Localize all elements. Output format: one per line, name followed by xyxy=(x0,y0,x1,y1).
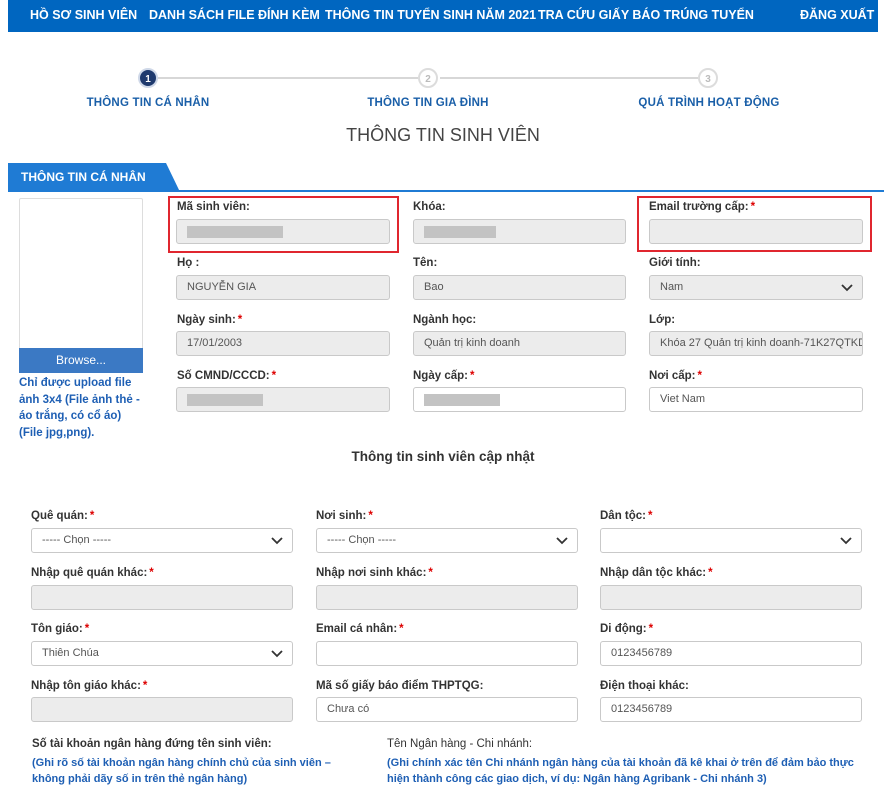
ton-giao-khac-label: Nhập tôn giáo khác: * xyxy=(31,680,148,692)
nav-tra-cuu-giay-bao[interactable]: TRA CỨU GIẤY BÁO TRÚNG TUYỂN xyxy=(538,0,754,32)
step-1-label[interactable]: THÔNG TIN CÁ NHÂN xyxy=(87,97,210,109)
ngay-cap-label: Ngày cấp: * xyxy=(413,370,475,382)
dan-toc-khac-label: Nhập dân tộc khác: * xyxy=(600,567,713,579)
di-dong-field[interactable]: 0123456789 xyxy=(600,641,862,666)
step-3-circle[interactable]: 3 xyxy=(698,68,718,88)
khoa-field[interactable] xyxy=(413,219,626,244)
ma-giay-bao-label: Mã số giấy báo điểm THPTQG: xyxy=(316,680,484,692)
redacted-value xyxy=(424,226,496,238)
ton-giao-select[interactable]: Thiên Chúa xyxy=(31,641,293,666)
que-quan-value: ----- Chọn ----- xyxy=(42,534,112,546)
nganh-hoc-label: Ngành học: xyxy=(413,314,477,326)
ten-field[interactable]: Bao xyxy=(413,275,626,300)
redacted-value xyxy=(424,394,500,406)
step-2-circle[interactable]: 2 xyxy=(418,68,438,88)
que-quan-label: Quê quán: * xyxy=(31,510,95,522)
cmnd-field[interactable] xyxy=(176,387,390,412)
noi-sinh-khac-field[interactable] xyxy=(316,585,578,610)
top-nav-bar: HỒ SƠ SINH VIÊN DANH SÁCH FILE ĐÍNH KÈM … xyxy=(8,0,878,32)
chevron-down-icon xyxy=(271,650,283,658)
ton-giao-value: Thiên Chúa xyxy=(42,647,99,659)
bank-account-label: Số tài khoản ngân hàng đứng tên sinh viê… xyxy=(32,738,272,750)
gioi-tinh-value: Nam xyxy=(660,281,684,293)
noi-sinh-label: Nơi sinh: * xyxy=(316,510,373,522)
browse-button[interactable]: Browse... xyxy=(19,348,143,373)
ma-giay-bao-field[interactable]: Chưa có xyxy=(316,697,578,722)
noi-sinh-khac-label: Nhập nơi sinh khác: * xyxy=(316,567,433,579)
nav-danh-sach-file[interactable]: DANH SÁCH FILE ĐÍNH KÈM xyxy=(149,0,320,32)
gioi-tinh-label: Giới tính: xyxy=(649,257,701,269)
lop-field[interactable]: Khóa 27 Quản trị kinh doanh-71K27QTKD xyxy=(649,331,863,356)
noi-cap-field[interactable]: Viet Nam xyxy=(649,387,863,412)
redacted-value xyxy=(187,394,263,406)
email-ca-nhan-label: Email cá nhân: * xyxy=(316,623,404,635)
nav-thong-tin-tuyen-sinh[interactable]: THÔNG TIN TUYỂN SINH NĂM 2021 xyxy=(325,0,536,32)
que-quan-khac-label: Nhập quê quán khác: * xyxy=(31,567,154,579)
stepper-connector xyxy=(440,77,698,79)
ten-label: Tên: xyxy=(413,257,438,269)
chevron-down-icon xyxy=(556,537,568,545)
bank-branch-label: Tên Ngân hàng - Chi nhánh: xyxy=(387,738,533,750)
nav-logout[interactable]: ĐĂNG XUẤT xyxy=(800,0,874,32)
cmnd-label: Số CMND/CCCD: * xyxy=(177,370,277,382)
update-section-title: Thông tin sinh viên cập nhật xyxy=(351,449,535,464)
dan-toc-label: Dân tộc: * xyxy=(600,510,653,522)
khoa-label: Khóa: xyxy=(413,201,446,213)
bank-branch-note: (Ghi chính xác tên Chi nhánh ngân hàng c… xyxy=(387,757,854,785)
step-2-label[interactable]: THÔNG TIN GIA ĐÌNH xyxy=(367,97,488,109)
bank-account-note: (Ghi rõ số tài khoản ngân hàng chính chủ… xyxy=(32,757,331,785)
dan-toc-select[interactable] xyxy=(600,528,862,553)
ho-field[interactable]: NGUYỄN GIA xyxy=(176,275,390,300)
stepper-connector xyxy=(158,77,418,79)
noi-sinh-value: ----- Chọn ----- xyxy=(327,534,397,546)
email-ca-nhan-field[interactable] xyxy=(316,641,578,666)
lop-label: Lớp: xyxy=(649,314,676,326)
section-tab-label: THÔNG TIN CÁ NHÂN xyxy=(21,170,146,184)
photo-preview xyxy=(19,198,143,350)
page-title: THÔNG TIN SINH VIÊN xyxy=(346,125,540,145)
ton-giao-label: Tôn giáo: * xyxy=(31,623,90,635)
que-quan-select[interactable]: ----- Chọn ----- xyxy=(31,528,293,553)
chevron-down-icon xyxy=(271,537,283,545)
chevron-down-icon xyxy=(841,284,853,292)
dien-thoai-khac-label: Điện thoại khác: xyxy=(600,680,689,692)
noi-sinh-select[interactable]: ----- Chọn ----- xyxy=(316,528,578,553)
step-3-label[interactable]: QUÁ TRÌNH HOẠT ĐỘNG xyxy=(638,97,779,109)
highlight-box xyxy=(637,196,872,252)
nganh-hoc-field[interactable]: Quản trị kinh doanh xyxy=(413,331,626,356)
dien-thoai-khac-field[interactable]: 0123456789 xyxy=(600,697,862,722)
que-quan-khac-field[interactable] xyxy=(31,585,293,610)
dan-toc-khac-field[interactable] xyxy=(600,585,862,610)
ton-giao-khac-field[interactable] xyxy=(31,697,293,722)
chevron-down-icon xyxy=(840,537,852,545)
nav-ho-so-sinh-vien[interactable]: HỒ SƠ SINH VIÊN xyxy=(30,0,137,32)
step-1-circle[interactable]: 1 xyxy=(138,68,158,88)
highlight-box xyxy=(168,196,399,253)
gioi-tinh-select[interactable]: Nam xyxy=(649,275,863,300)
photo-upload-note: Chỉ được upload file ảnh 3x4 (File ảnh t… xyxy=(19,377,140,439)
ho-label: Họ : xyxy=(177,257,200,269)
ngay-sinh-label: Ngày sinh: * xyxy=(177,314,243,326)
noi-cap-label: Nơi cấp: * xyxy=(649,370,703,382)
ngay-sinh-field[interactable]: 17/01/2003 xyxy=(176,331,390,356)
di-dong-label: Di động: * xyxy=(600,623,654,635)
ngay-cap-field[interactable] xyxy=(413,387,626,412)
